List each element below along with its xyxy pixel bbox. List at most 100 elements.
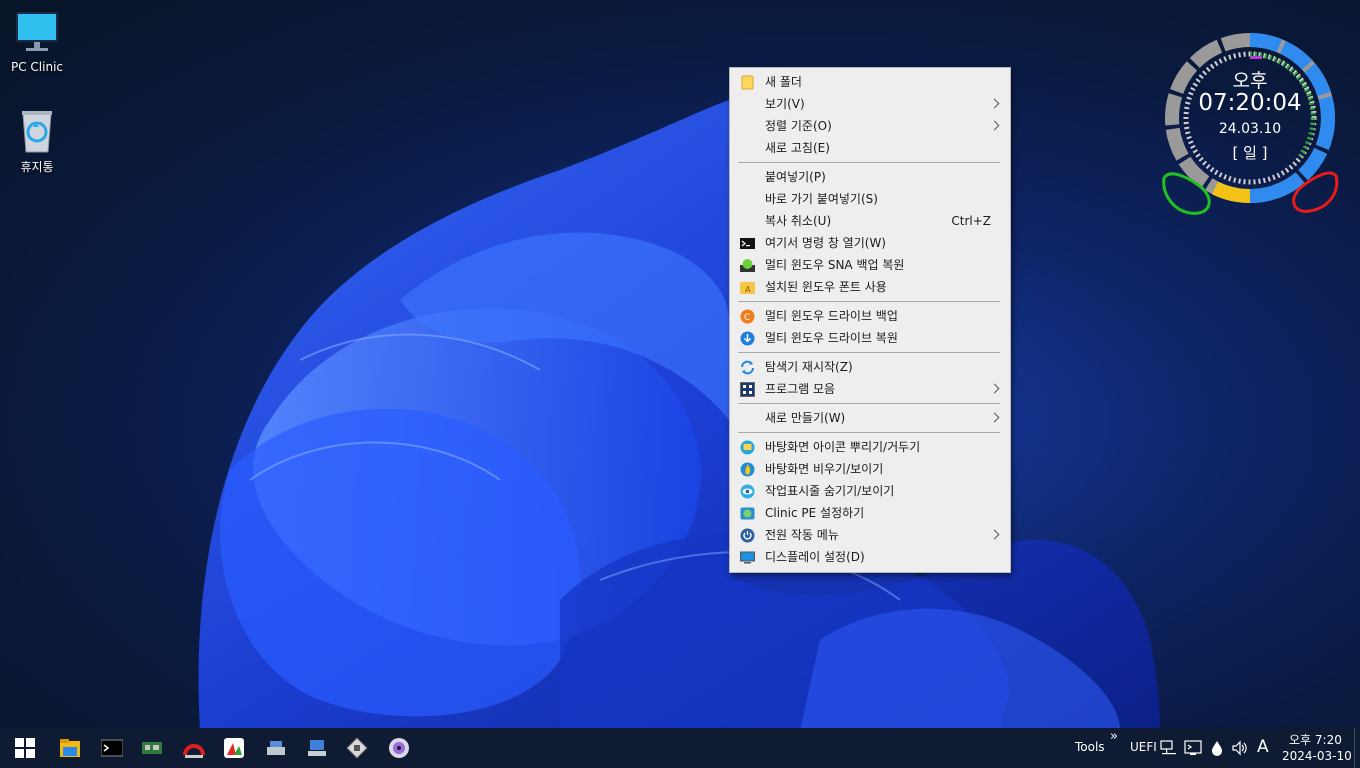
taskbar-clock-date[interactable]: 2024-03-10 — [1282, 749, 1352, 763]
menu-item-drive-restore[interactable]: 멀티 윈도우 드라이브 복원 — [732, 327, 1008, 349]
menu-item-shortcut: Ctrl+Z — [951, 214, 991, 228]
menu-item-label: 전원 작동 메뉴 — [765, 528, 839, 542]
clock-date: 24.03.10 — [1218, 121, 1282, 137]
menu-separator — [738, 162, 1000, 163]
menu-item-label: 바탕화면 비우기/보이기 — [765, 462, 884, 476]
menu-item-desktop-clear-toggle[interactable]: 바탕화면 비우기/보이기 — [732, 458, 1008, 480]
menu-item-undo-copy[interactable]: 복사 취소(U) Ctrl+Z — [732, 210, 1008, 232]
show-desktop-button[interactable] — [1354, 728, 1360, 768]
sna-restore-icon — [740, 258, 755, 273]
menu-separator — [738, 301, 1000, 302]
menu-item-power-menu[interactable]: 전원 작동 메뉴 — [732, 524, 1008, 546]
menu-separator — [738, 352, 1000, 353]
menu-item-label: 새로 고침(E) — [765, 141, 830, 155]
desktop-icon-label: PC Clinic — [10, 60, 63, 74]
eye-icon — [740, 484, 755, 499]
menu-item-open-cmd[interactable]: 여기서 명령 창 열기(W) — [732, 232, 1008, 254]
fire-icon — [740, 462, 755, 477]
menu-item-label: 멀티 윈도우 드라이브 백업 — [765, 309, 898, 323]
menu-item-label: 멀티 윈도우 드라이브 복원 — [765, 331, 898, 345]
network-status-icon[interactable] — [1160, 739, 1178, 757]
menu-item-label: 바탕화면 아이콘 뿌리기/거두기 — [765, 440, 921, 454]
chevron-right-icon — [989, 529, 1000, 540]
desktop-icons-icon — [740, 440, 755, 455]
menu-item-sna-restore[interactable]: 멀티 윈도우 SNA 백업 복원 — [732, 254, 1008, 276]
menu-item-label: 복사 취소(U) — [765, 214, 832, 228]
recycle-bin-icon — [13, 108, 61, 154]
menu-item-label: 보기(V) — [765, 97, 805, 111]
menu-item-new[interactable]: 새로 만들기(W) — [732, 407, 1008, 429]
menu-item-label: 디스플레이 설정(D) — [765, 550, 865, 564]
cd-disc-icon[interactable] — [388, 737, 410, 759]
svg-text:A: A — [745, 285, 751, 294]
taskbar: » Tools UEFI A 오후 7:20 2024-03-10 — [0, 728, 1360, 768]
desktop-icon-recycle-bin[interactable]: 휴지통 — [0, 108, 77, 175]
tools-toolbar-label[interactable]: Tools — [1075, 740, 1105, 754]
disk-tool-icon[interactable] — [346, 737, 368, 759]
menu-separator — [738, 432, 1000, 433]
menu-item-sort-by[interactable]: 정렬 기준(O) — [732, 115, 1008, 137]
desktop-context-menu: 새 폴더 보기(V) 정렬 기준(O) 새로 고침(E) 붙여넣기(P) 바로 … — [729, 67, 1011, 573]
network-icon[interactable] — [306, 737, 328, 759]
start-icon[interactable] — [14, 737, 36, 759]
chevron-right-icon — [989, 120, 1000, 131]
menu-item-label: 새로 만들기(W) — [765, 411, 846, 425]
menu-item-refresh[interactable]: 새로 고침(E) — [732, 137, 1008, 159]
menu-item-label: Clinic PE 설정하기 — [765, 506, 865, 520]
menu-item-label: 작업표시줄 숨기기/보이기 — [765, 484, 895, 498]
menu-item-taskbar-toggle[interactable]: 작업표시줄 숨기기/보이기 — [732, 480, 1008, 502]
menu-item-paste-shortcut[interactable]: 바로 가기 붙여넣기(S) — [732, 188, 1008, 210]
clock-time: 07:20:04 — [1198, 90, 1302, 116]
drive-backup-icon: C — [740, 309, 755, 324]
desktop-icon-pc-clinic[interactable]: PC Clinic — [0, 10, 77, 74]
settings-globe-icon — [740, 506, 755, 521]
menu-item-label: 설치된 윈도우 폰트 사용 — [765, 280, 887, 294]
clock-ampm: 오후 — [1232, 70, 1268, 92]
power-icon — [740, 528, 755, 543]
clock-widget: 오후 07:20:04 24.03.10 [ 일 ] — [1160, 28, 1340, 218]
tray-overflow-chevron[interactable]: » — [1110, 729, 1118, 744]
menu-item-installed-fonts[interactable]: A 설치된 윈도우 폰트 사용 — [732, 276, 1008, 298]
display-icon — [740, 550, 755, 565]
drop-icon[interactable] — [1209, 740, 1225, 756]
menu-item-view[interactable]: 보기(V) — [732, 93, 1008, 115]
speaker-icon[interactable] — [1231, 739, 1249, 757]
speed-gauge-icon[interactable] — [183, 737, 205, 759]
chart-app-icon[interactable] — [223, 737, 245, 759]
menu-item-label: 바로 가기 붙여넣기(S) — [765, 192, 878, 206]
drive-restore-icon — [740, 331, 755, 346]
refresh-icon — [740, 360, 755, 375]
font-folder-icon: A — [740, 280, 755, 295]
chevron-right-icon — [989, 383, 1000, 394]
menu-item-drive-backup[interactable]: C 멀티 윈도우 드라이브 백업 — [732, 305, 1008, 327]
menu-item-new-folder[interactable]: 새 폴더 — [732, 71, 1008, 93]
terminal-icon[interactable] — [100, 737, 124, 759]
menu-separator — [738, 403, 1000, 404]
menu-item-program-collection[interactable]: 프로그램 모음 — [732, 378, 1008, 400]
uefi-label: UEFI — [1130, 740, 1157, 754]
folder-icon — [740, 75, 755, 90]
wallpaper-bloom — [198, 100, 1160, 730]
menu-item-display-settings[interactable]: 디스플레이 설정(D) — [732, 546, 1008, 568]
menu-item-label: 정렬 기준(O) — [765, 119, 832, 133]
chevron-right-icon — [989, 412, 1000, 423]
cmd-icon — [740, 236, 755, 251]
menu-item-label: 새 폴더 — [765, 75, 802, 89]
menu-item-restart-explorer[interactable]: 탐색기 재시작(Z) — [732, 356, 1008, 378]
monitor-icon — [13, 10, 61, 56]
file-explorer-icon[interactable] — [59, 737, 81, 759]
menu-item-clinic-pe-settings[interactable]: Clinic PE 설정하기 — [732, 502, 1008, 524]
menu-item-label: 붙여넣기(P) — [765, 170, 826, 184]
ime-indicator[interactable]: A — [1257, 737, 1269, 757]
hardware-card-icon[interactable] — [141, 737, 163, 759]
desktop-icon-label: 휴지통 — [20, 160, 54, 174]
menu-item-label: 프로그램 모음 — [765, 382, 836, 396]
menu-item-paste[interactable]: 붙여넣기(P) — [732, 166, 1008, 188]
taskbar-clock-time[interactable]: 오후 7:20 — [1289, 731, 1342, 748]
chevron-right-icon — [989, 98, 1000, 109]
console-icon[interactable] — [1184, 739, 1202, 757]
drive-tools-icon[interactable] — [265, 737, 287, 759]
program-collection-icon — [740, 382, 755, 397]
svg-text:C: C — [744, 313, 750, 323]
menu-item-desktop-icons-toggle[interactable]: 바탕화면 아이콘 뿌리기/거두기 — [732, 436, 1008, 458]
